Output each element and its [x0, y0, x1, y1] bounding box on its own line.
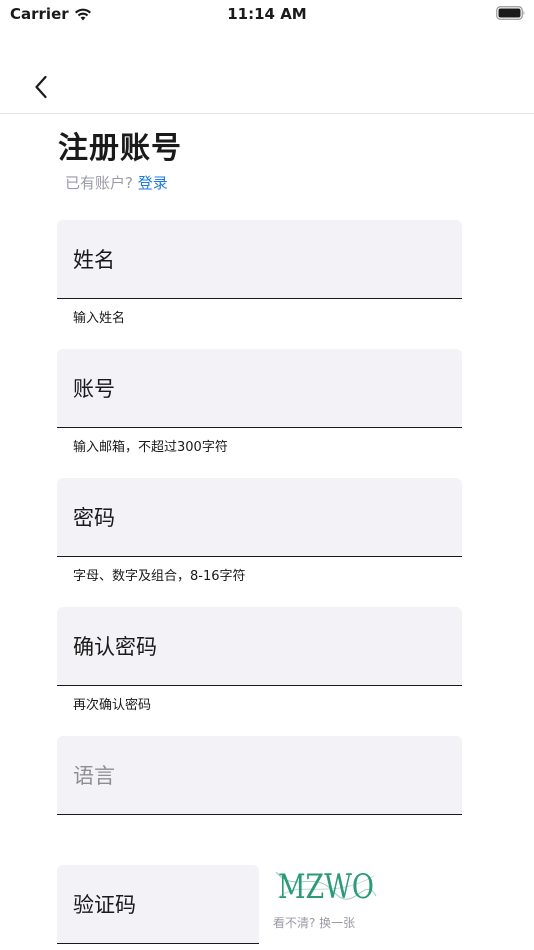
- confirm-password-field[interactable]: 确认密码: [57, 607, 462, 686]
- account-field-label: 账号: [73, 377, 115, 401]
- login-row: 已有账户? 登录: [65, 172, 168, 193]
- account-field[interactable]: 账号: [57, 349, 462, 428]
- captcha-refresh-link[interactable]: 看不清? 换一张: [273, 914, 355, 931]
- navigation-bar: [0, 60, 534, 114]
- language-select[interactable]: 语言: [57, 736, 462, 815]
- name-field-label: 姓名: [73, 248, 115, 272]
- captcha-image[interactable]: MZWO: [274, 864, 378, 906]
- confirm-password-helper-text: 再次确认密码: [73, 698, 152, 713]
- name-helper-text: 输入姓名: [73, 311, 126, 326]
- account-helper-text: 输入邮箱，不超过300字符: [73, 440, 228, 455]
- chevron-left-icon: [35, 75, 47, 99]
- confirm-password-field-label: 确认密码: [73, 635, 157, 659]
- language-placeholder: 语言: [73, 764, 115, 788]
- battery-icon: [496, 6, 525, 20]
- name-field[interactable]: 姓名: [57, 220, 462, 299]
- captcha-image-text: MZWO: [278, 867, 374, 906]
- captcha-field-label: 验证码: [73, 893, 136, 917]
- captcha-field[interactable]: 验证码: [57, 865, 259, 944]
- status-time: 11:14 AM: [227, 5, 307, 23]
- password-helper-text: 字母、数字及组合，8-16字符: [73, 569, 246, 584]
- login-link[interactable]: 登录: [138, 174, 168, 192]
- back-button[interactable]: [26, 72, 56, 102]
- password-field-label: 密码: [73, 506, 115, 530]
- login-prompt: 已有账户?: [65, 174, 133, 192]
- page-title: 注册账号: [58, 131, 182, 166]
- status-bar: Carrier 11:14 AM: [0, 0, 534, 30]
- password-field[interactable]: 密码: [57, 478, 462, 557]
